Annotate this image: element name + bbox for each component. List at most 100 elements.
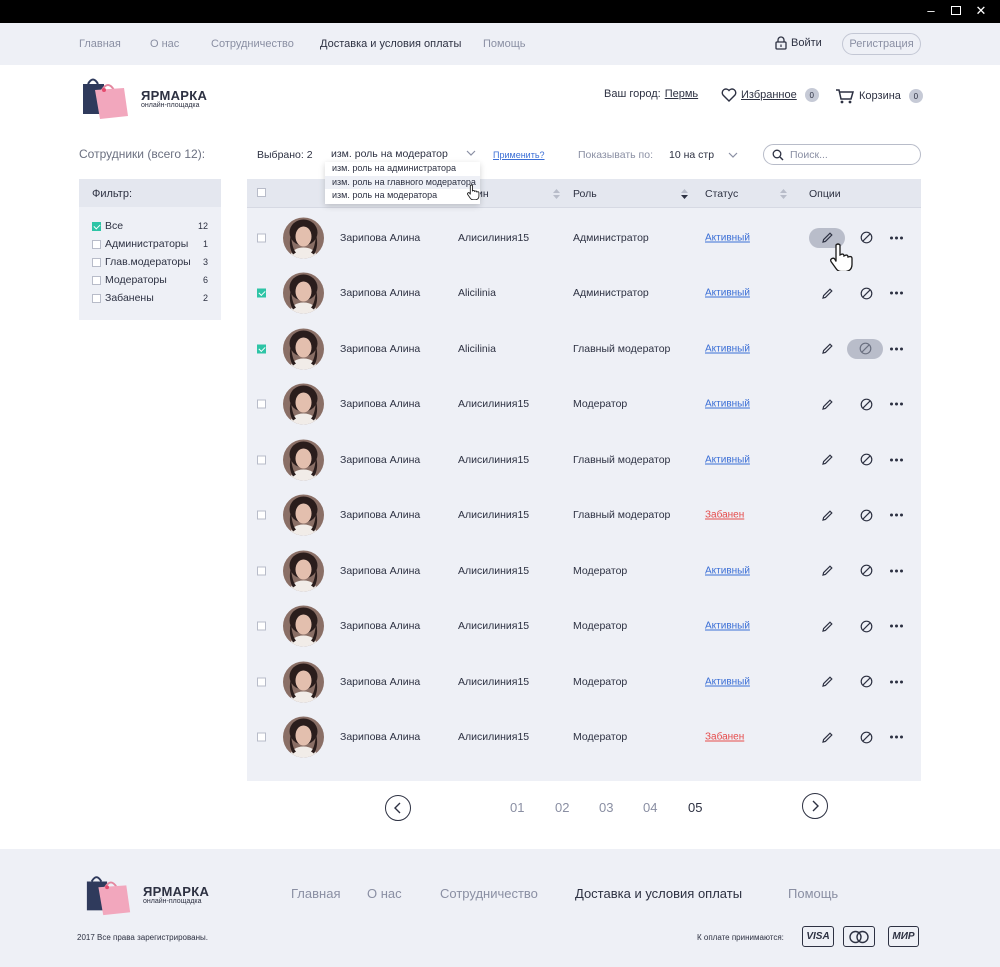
more-options-icon[interactable] bbox=[890, 402, 903, 406]
apply-link[interactable]: Применить? bbox=[493, 150, 545, 160]
city-link[interactable]: Пермь bbox=[665, 88, 698, 100]
edit-button[interactable] bbox=[820, 342, 834, 356]
sort-status-icon[interactable] bbox=[780, 189, 788, 199]
table-row[interactable]: Зарипова Алина Alicilinia Главный модерато… bbox=[247, 321, 921, 377]
filter-option[interactable]: Администраторы 1 bbox=[92, 237, 208, 251]
register-button[interactable]: Регистрация bbox=[842, 33, 921, 55]
more-options-icon[interactable] bbox=[890, 680, 903, 684]
more-options-icon[interactable] bbox=[890, 569, 903, 573]
page-link[interactable]: 04 bbox=[643, 800, 657, 815]
row-checkbox[interactable] bbox=[257, 344, 266, 354]
footer-link-cooperation[interactable]: Сотрудничество bbox=[440, 886, 538, 901]
more-options-icon[interactable] bbox=[890, 458, 903, 462]
more-options-icon[interactable] bbox=[890, 347, 903, 351]
row-checkbox[interactable] bbox=[257, 399, 266, 409]
edit-button[interactable] bbox=[820, 675, 834, 689]
favorites-link[interactable]: Избранное 0 bbox=[721, 88, 819, 102]
maximize-icon[interactable] bbox=[949, 4, 963, 18]
filter-option[interactable]: Все 12 bbox=[92, 219, 208, 233]
search-input[interactable] bbox=[790, 148, 910, 161]
ban-button[interactable] bbox=[859, 286, 873, 300]
next-page-button[interactable] bbox=[802, 793, 828, 819]
status-link[interactable]: Активный bbox=[705, 232, 750, 243]
ban-button[interactable] bbox=[859, 231, 873, 245]
close-icon[interactable]: ✕ bbox=[974, 4, 988, 18]
table-row[interactable]: Зарипова Алина Алисилиния15 Администратор А… bbox=[247, 210, 921, 266]
ban-button[interactable] bbox=[859, 619, 873, 633]
select-all-checkbox[interactable] bbox=[257, 188, 266, 197]
edit-button[interactable] bbox=[809, 227, 845, 248]
row-checkbox[interactable] bbox=[257, 566, 266, 576]
ban-button[interactable] bbox=[859, 675, 873, 689]
row-checkbox[interactable] bbox=[257, 288, 266, 298]
table-row[interactable]: Зарипова Алина Алисилиния15 Модератор Актив… bbox=[247, 654, 921, 710]
page-link[interactable]: 03 bbox=[599, 800, 613, 815]
per-page-select[interactable]: 10 на стр bbox=[669, 149, 738, 161]
row-checkbox[interactable] bbox=[257, 233, 266, 243]
status-link[interactable]: Активный bbox=[705, 454, 750, 465]
ban-button[interactable] bbox=[859, 730, 873, 744]
sort-role-icon[interactable] bbox=[680, 189, 688, 199]
site-logo[interactable]: ЯРМАРКА онлайн-площадка bbox=[80, 74, 207, 120]
nav-link-help[interactable]: Помощь bbox=[483, 38, 526, 50]
status-link[interactable]: Активный bbox=[705, 676, 750, 687]
sort-login-icon[interactable] bbox=[552, 189, 560, 199]
page-link[interactable]: 01 bbox=[510, 800, 524, 815]
footer-link-help[interactable]: Помощь bbox=[788, 886, 838, 901]
filter-checkbox[interactable] bbox=[92, 275, 101, 285]
row-checkbox[interactable] bbox=[257, 510, 266, 520]
cart-link[interactable]: Корзина 0 bbox=[835, 88, 923, 104]
edit-button[interactable] bbox=[820, 397, 834, 411]
more-options-icon[interactable] bbox=[890, 291, 903, 295]
row-checkbox[interactable] bbox=[257, 732, 266, 742]
footer-link-about[interactable]: О нас bbox=[367, 886, 402, 901]
ban-button[interactable] bbox=[847, 338, 883, 359]
status-link[interactable]: Забанен bbox=[705, 732, 744, 743]
edit-button[interactable] bbox=[820, 508, 834, 522]
edit-button[interactable] bbox=[820, 619, 834, 633]
table-row[interactable]: Зарипова Алина Alicilinia Администратор Акт… bbox=[247, 266, 921, 322]
status-link[interactable]: Активный bbox=[705, 399, 750, 410]
dropdown-option-head-moderator[interactable]: изм. роль на главного модератора bbox=[325, 175, 480, 189]
role-action-select[interactable]: изм. роль на модератор bbox=[325, 144, 480, 164]
status-link[interactable]: Активный bbox=[705, 565, 750, 576]
more-options-icon[interactable] bbox=[890, 624, 903, 628]
nav-link-cooperation[interactable]: Сотрудничество bbox=[211, 38, 294, 50]
table-row[interactable]: Зарипова Алина Алисилиния15 Главный модера… bbox=[247, 488, 921, 544]
footer-logo[interactable]: ЯРМАРКА онлайн-площадка bbox=[84, 871, 209, 917]
page-link-current[interactable]: 05 bbox=[688, 800, 702, 815]
ban-button[interactable] bbox=[859, 508, 873, 522]
status-link[interactable]: Забанен bbox=[705, 510, 744, 521]
nav-link-delivery[interactable]: Доставка и условия оплаты bbox=[320, 38, 461, 50]
table-row[interactable]: Зарипова Алина Алисилиния15 Модератор Актив… bbox=[247, 377, 921, 433]
status-link[interactable]: Активный bbox=[705, 621, 750, 632]
edit-button[interactable] bbox=[820, 564, 834, 578]
table-row[interactable]: Зарипова Алина Алисилиния15 Модератор Актив… bbox=[247, 543, 921, 599]
nav-link-home[interactable]: Главная bbox=[79, 38, 121, 50]
page-link[interactable]: 02 bbox=[555, 800, 569, 815]
filter-option[interactable]: Забанены 2 bbox=[92, 291, 208, 305]
row-checkbox[interactable] bbox=[257, 677, 266, 687]
minimize-icon[interactable]: – bbox=[924, 4, 938, 18]
status-link[interactable]: Активный bbox=[705, 288, 750, 299]
filter-checkbox[interactable] bbox=[92, 239, 101, 249]
ban-button[interactable] bbox=[859, 564, 873, 578]
table-row[interactable]: Зарипова Алина Алисилиния15 Модератор Актив… bbox=[247, 599, 921, 655]
row-checkbox[interactable] bbox=[257, 455, 266, 465]
ban-button[interactable] bbox=[859, 453, 873, 467]
edit-button[interactable] bbox=[820, 730, 834, 744]
more-options-icon[interactable] bbox=[890, 735, 903, 739]
filter-checkbox[interactable] bbox=[92, 257, 101, 267]
ban-button[interactable] bbox=[859, 397, 873, 411]
more-options-icon[interactable] bbox=[890, 513, 903, 517]
status-link[interactable]: Активный bbox=[705, 343, 750, 354]
table-row[interactable]: Зарипова Алина Алисилиния15 Главный модера… bbox=[247, 432, 921, 488]
edit-button[interactable] bbox=[820, 286, 834, 300]
nav-link-about[interactable]: О нас bbox=[150, 38, 179, 50]
edit-button[interactable] bbox=[820, 453, 834, 467]
login-link[interactable]: Войти bbox=[775, 36, 822, 50]
row-checkbox[interactable] bbox=[257, 621, 266, 631]
dropdown-option-admin[interactable]: изм. роль на администратора bbox=[325, 162, 480, 176]
filter-checkbox[interactable] bbox=[92, 293, 101, 303]
footer-link-delivery[interactable]: Доставка и условия оплаты bbox=[575, 886, 742, 901]
